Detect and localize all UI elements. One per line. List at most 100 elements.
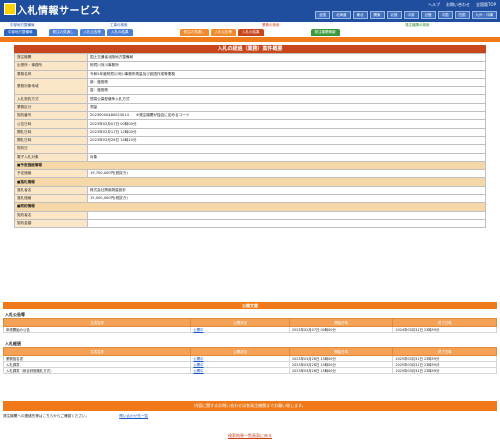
section-row: ■契約情報 <box>14 202 486 212</box>
region-tab[interactable]: 北陸 <box>386 11 402 19</box>
field-label: 出張所・事務所 <box>14 61 88 71</box>
tab-works-results[interactable]: 入札の結果 <box>107 29 133 36</box>
field-value: 15,000,000円(税抜き) <box>87 194 486 204</box>
column-header: 公開状況 <box>190 318 290 327</box>
tab-services-notices[interactable]: 入札公告等 <box>210 29 236 36</box>
tab-works-notices[interactable]: 入札公告等 <box>79 29 105 36</box>
field-value: 国土交通省北陸地方整備局 <box>87 52 486 63</box>
field-label: 開札日時 <box>14 127 88 137</box>
field-value: 測量 <box>87 102 486 113</box>
section-heading: ■契約情報 <box>14 202 486 212</box>
table-row: 契約番号 20230000480023014 ※発注機関が独自に定めるコード <box>14 111 486 121</box>
tab-bureau[interactable]: 中部地方整備局 <box>4 29 37 36</box>
tab-works-outlook[interactable]: 発注の見通し <box>48 29 78 36</box>
tab-underline <box>0 37 500 42</box>
region-tab[interactable]: 中国 <box>437 11 453 19</box>
column-header: 文書名称 <box>2 318 192 327</box>
field-value: 富：福島県 <box>87 86 486 96</box>
field-value: 19,700,000円(税抜き) <box>87 169 486 179</box>
column-header: 文書名称 <box>2 347 192 356</box>
back-row: 検索結果一覧画面に戻る <box>0 433 500 439</box>
contact-text: 発注機関への連絡先等はこちらからご確認ください。 <box>3 414 90 418</box>
table-row: 発注機関 国土交通省北陸地方整備局 <box>14 52 486 63</box>
table-row: 業務名称 令和5年度阿賀川河川事務所測量及び設図作成等業務 <box>14 69 486 79</box>
field-value <box>87 218 486 229</box>
doc-end: 2025年03月31日 23時59分 <box>392 367 497 374</box>
region-tab[interactable]: 中部 <box>403 11 419 19</box>
table-row: 公告日時 2023年02月07日 00時00分 <box>14 119 486 129</box>
doc-status-link[interactable]: 公開中 <box>193 363 203 367</box>
public-docs-title: 公開文書 <box>3 302 497 309</box>
table-row: 契約日 <box>14 144 486 154</box>
table-row: 申請開始の公告 公開中 2023年02月07日 00時00分 2024年03月3… <box>2 326 497 333</box>
column-header: 終了日時 <box>392 318 497 327</box>
section-row: ■落札情報 <box>14 177 486 187</box>
column-header: 開始日時 <box>288 347 394 356</box>
national-top-link[interactable]: 全国版TOP <box>476 2 496 8</box>
region-tab[interactable]: 近畿 <box>420 11 436 19</box>
field-value: 令和5年度阿賀川河川事務所測量及び設図作成等業務 <box>87 69 486 79</box>
doc-end: 2024年03月31日 23時59分 <box>392 326 497 333</box>
table-row: 開札日時 2023年02月17日 12時00分 <box>14 127 486 137</box>
header-links: ヘルプ お問い合わせ 全国版TOP <box>428 2 496 8</box>
help-link[interactable]: ヘルプ <box>428 2 440 8</box>
section-row: ■予定価格情報 <box>14 160 486 171</box>
doc-status-link[interactable]: 公開中 <box>193 369 203 373</box>
table-row: 契約金額 <box>14 218 486 229</box>
docs-table: 文書名称 公開状況 開始日時 終了日時 業務指名書 公開中 2023年03月28… <box>2 347 497 374</box>
contact-list-link[interactable]: 問い合わせ先一覧 <box>119 414 148 419</box>
site-title: 入札情報サービス <box>17 6 101 17</box>
region-tab[interactable]: 関東 <box>369 11 385 19</box>
doc-status-link[interactable]: 公開中 <box>193 357 203 361</box>
field-label: 契約番号 <box>14 111 88 121</box>
tab-group-label: 中部地方整備局 <box>10 23 35 27</box>
tab-group-label: 発注機関の検索 <box>405 23 430 27</box>
tab-services-outlook[interactable]: 発注の見通し <box>179 29 209 36</box>
site-logo-icon <box>4 3 16 15</box>
contact-row: 発注機関への連絡先等はこちらからご確認ください。 問い合わせ先一覧 <box>3 414 497 419</box>
field-label: 予定価格 <box>14 169 88 179</box>
table-row: 業務対象地域 新：福島県 <box>14 77 486 96</box>
table-row: 出張所・事務所 阿賀川河川事務所 <box>14 61 486 71</box>
doc-name: 入札調書（総合評価落札方式） <box>2 367 192 374</box>
tab-services-results[interactable]: 入札の結果 <box>238 29 264 36</box>
region-tab[interactable]: 四国 <box>454 11 470 19</box>
field-label: 契約金額 <box>14 218 88 229</box>
region-tab[interactable]: 全国 <box>315 11 330 19</box>
field-value: 阿賀川河川事務所 <box>87 61 486 71</box>
region-nav: 全国 北海道 東北 関東 北陸 中部 近畿 中国 四国 九州・沖縄 <box>315 11 497 19</box>
table-row: 契約者名 <box>14 210 486 220</box>
field-label: 発注機関 <box>14 52 88 63</box>
column-header: 開始日時 <box>288 318 394 327</box>
field-value: 20230000480023014 ※発注機関が独自に定めるコード <box>87 111 486 121</box>
field-label: 業務名称 <box>14 69 88 79</box>
tab-row: 中部地方整備局 発注の見通し 入札公告等 入札の結果 発注の見通し 入札公告等 … <box>4 29 340 36</box>
field-label: 開札日時 <box>14 135 88 146</box>
public-docs-section: 公開文書 入札公告等 文書名称 公開状況 開始日時 終了日時 申請開始の公告 公… <box>2 302 497 374</box>
tab-agency-info[interactable]: 発注機関情報 <box>310 29 340 36</box>
table-row: 落札者名 株式会社興南測量設計 <box>14 185 486 196</box>
table-row: 落札価格 15,000,000円(税抜き) <box>14 194 486 204</box>
field-value: 株式会社興南測量設計 <box>87 185 486 196</box>
back-to-results-link[interactable]: 検索結果一覧画面に戻る <box>228 433 272 438</box>
site-header: 入札情報サービス ヘルプ お問い合わせ 全国版TOP 全国 北海道 東北 関東 … <box>0 0 500 22</box>
field-label: 落札者名 <box>14 185 88 196</box>
region-tab[interactable]: 九州・沖縄 <box>471 11 497 19</box>
field-label: 公告日時 <box>14 119 88 129</box>
region-tab[interactable]: 北海道 <box>332 11 351 19</box>
field-label: 契約日 <box>14 144 88 154</box>
region-tab[interactable]: 東北 <box>352 11 368 19</box>
contact-link[interactable]: お問い合わせ <box>446 2 470 8</box>
table-row: 予定価格 19,700,000円(税抜き) <box>14 169 486 179</box>
field-label: 入札契約方式 <box>14 94 88 104</box>
doc-status-link[interactable]: 公開中 <box>193 328 203 332</box>
field-value <box>87 210 486 220</box>
column-header: 公開状況 <box>190 347 290 356</box>
docs-table: 文書名称 公開状況 開始日時 終了日時 申請開始の公告 公開中 2023年02月… <box>2 318 497 333</box>
field-value: 2023年03月28日 14時10分 <box>87 135 486 146</box>
doc-name: 申請開始の公告 <box>2 326 192 333</box>
table-row: 業務区分 測量 <box>14 102 486 113</box>
column-header: 終了日時 <box>392 347 497 356</box>
field-value <box>87 144 486 154</box>
field-value: 新：福島県 <box>87 77 486 88</box>
